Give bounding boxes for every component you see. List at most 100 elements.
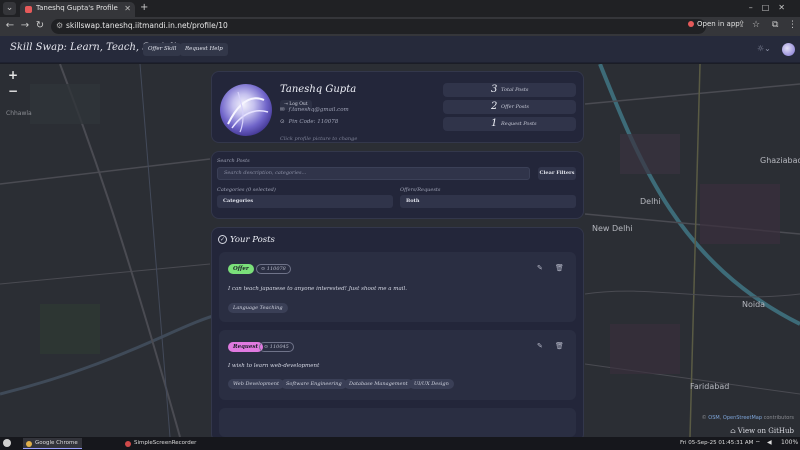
pincode-value: 110045 bbox=[269, 344, 289, 350]
location-pin-icon: ⊙ bbox=[280, 119, 285, 125]
clear-filters-button[interactable]: Clear Filters bbox=[538, 167, 576, 180]
post-description: I can teach japanese to anyone intereste… bbox=[228, 286, 408, 292]
category-tag: Software Engineering bbox=[281, 379, 347, 389]
pincode-text: Pin Code: 110078 bbox=[288, 119, 339, 125]
map-zoom-out-button[interactable]: − bbox=[8, 84, 18, 98]
stat-total-posts: 3 Total Posts bbox=[443, 83, 576, 97]
app-launcher-icon[interactable] bbox=[3, 439, 11, 447]
stat-request-posts: 1 Request Posts bbox=[443, 117, 576, 131]
pincode-value: 110078 bbox=[266, 266, 286, 272]
theme-toggle-icon[interactable]: ☼⌄ bbox=[757, 44, 771, 53]
pincode-badge: ⊙ 110045 bbox=[259, 342, 294, 352]
app-header: Skill Swap: Learn, Teach, Socialise Offe… bbox=[0, 36, 800, 63]
url-text[interactable]: skillswap.taneshq.iitmandi.in.net/profil… bbox=[66, 21, 228, 30]
bookmark-star-icon[interactable]: ☆ bbox=[752, 20, 760, 30]
forward-icon[interactable]: → bbox=[19, 20, 31, 31]
categories-label: Categories (0 selected) bbox=[217, 187, 276, 193]
new-tab-icon[interactable]: + bbox=[140, 2, 148, 13]
stat-value: 3 bbox=[491, 84, 498, 95]
mail-icon: ✉ bbox=[280, 107, 285, 113]
tab-search-icon[interactable]: ⌄ bbox=[3, 2, 16, 15]
stat-offer-posts: 2 Offer Posts bbox=[443, 100, 576, 114]
open-in-app-label: Open in app bbox=[697, 20, 740, 28]
attribution-suffix: contributors bbox=[762, 415, 794, 421]
search-label: Search Posts bbox=[217, 158, 250, 164]
search-input[interactable]: Search description, categories... bbox=[217, 167, 530, 180]
avatar[interactable] bbox=[782, 43, 795, 56]
reload-icon[interactable]: ↻ bbox=[34, 20, 46, 31]
profile-picture[interactable] bbox=[220, 84, 272, 136]
menu-icon[interactable]: ⋮ bbox=[788, 20, 797, 30]
taskbar-clock[interactable]: Fri 05-Sep-25 01:45:31 AM bbox=[680, 440, 753, 446]
stat-value: 1 bbox=[491, 118, 498, 129]
browser-tab[interactable]: Taneshq Gupta's Profile - Sk ✕ bbox=[20, 2, 135, 17]
tab-title: Taneshq Gupta's Profile - Sk bbox=[36, 4, 120, 12]
edit-icon[interactable]: ✎ bbox=[537, 342, 543, 350]
taskbar-screenrecorder[interactable]: SimpleScreenRecorder bbox=[122, 438, 200, 449]
browser-tabstrip: ⌄ Taneshq Gupta's Profile - Sk ✕ + –□✕ bbox=[0, 0, 800, 17]
open-in-app-button[interactable]: Open in app bbox=[688, 20, 740, 28]
profile-panel: Taneshq Gupta ⇥ Log Out ✉ f.taneshq@gmail… bbox=[211, 71, 584, 143]
offer-badge: Offer bbox=[228, 264, 254, 274]
email-text: f.taneshq@gmail.com bbox=[288, 107, 349, 113]
recorder-icon bbox=[125, 441, 131, 447]
github-link[interactable]: ⌂ View on GitHub bbox=[730, 427, 794, 435]
profile-name: Taneshq Gupta bbox=[280, 84, 357, 95]
offer-skill-button[interactable]: Offer Skill bbox=[143, 43, 182, 56]
window-controls[interactable]: –□✕ bbox=[749, 3, 794, 12]
extensions-icon[interactable]: ⧉ bbox=[772, 20, 778, 30]
categories-select[interactable]: Categories bbox=[217, 195, 393, 208]
category-tag: UI/UX Design bbox=[409, 379, 454, 389]
close-tab-icon[interactable]: ✕ bbox=[124, 4, 131, 13]
network-icon[interactable]: ⌔ bbox=[755, 439, 761, 447]
post-card: Offer ⊙ 110078 ✎ 🗑 I can teach japanese … bbox=[219, 252, 576, 322]
volume-icon[interactable]: ◀ bbox=[767, 439, 772, 446]
app-icon bbox=[688, 21, 694, 27]
stat-label: Request Posts bbox=[501, 121, 537, 127]
filters-panel bbox=[211, 151, 584, 219]
category-tag: Database Management bbox=[344, 379, 413, 389]
change-picture-hint: Click profile picture to change bbox=[280, 136, 358, 142]
stat-label: Total Posts bbox=[501, 87, 529, 93]
address-bar[interactable]: ⚙ skillswap.taneshq.iitmandi.in.net/prof… bbox=[51, 19, 706, 34]
map-label: Faridabad bbox=[690, 382, 730, 391]
pincode-badge: ⊙ 110078 bbox=[256, 264, 291, 274]
map-label: Chhawla bbox=[6, 110, 32, 117]
stat-label: Offer Posts bbox=[501, 104, 529, 110]
map-attribution: © OSM, OpenStreetMap contributors bbox=[701, 415, 794, 421]
taskbar-app-label: SimpleScreenRecorder bbox=[134, 440, 197, 446]
map-label: Delhi bbox=[640, 197, 661, 206]
battery-level[interactable]: 100% bbox=[781, 439, 798, 446]
post-card: Request ⊙ 110045 ✎ 🗑 I wish to learn web… bbox=[219, 330, 576, 400]
osm-link[interactable]: OSM bbox=[708, 415, 719, 421]
type-filter-select[interactable]: Both bbox=[400, 195, 576, 208]
map-label: Noida bbox=[742, 300, 766, 309]
category-tag: Language Teaching bbox=[228, 303, 288, 313]
request-help-button[interactable]: Request Help bbox=[180, 43, 228, 56]
favicon-icon bbox=[25, 6, 32, 13]
map-label: New Delhi bbox=[592, 224, 633, 233]
delete-icon[interactable]: 🗑 bbox=[555, 342, 564, 350]
stat-value: 2 bbox=[491, 101, 498, 112]
share-icon[interactable]: ⇪ bbox=[738, 20, 746, 30]
map-label: Ghaziabad bbox=[760, 156, 800, 165]
browser-toolbar: ← → ↻ ⚙ skillswap.taneshq.iitmandi.in.ne… bbox=[0, 17, 800, 36]
openstreetmap-link[interactable]: OpenStreetMap bbox=[723, 415, 762, 421]
github-icon: ⌂ bbox=[730, 427, 738, 435]
request-badge: Request bbox=[228, 342, 264, 352]
type-filter-label: Offers/Requests bbox=[400, 187, 441, 193]
map-zoom-in-button[interactable]: + bbox=[8, 68, 18, 82]
taskbar-chrome[interactable]: Google Chrome bbox=[23, 438, 82, 449]
post-description: I wish to learn web-development bbox=[228, 363, 320, 369]
chrome-icon bbox=[26, 441, 32, 447]
posts-check-icon: ✓ bbox=[218, 235, 227, 244]
category-tag: Web Development bbox=[228, 379, 284, 389]
taskbar-app-label: Google Chrome bbox=[35, 440, 78, 446]
os-taskbar: Google Chrome SimpleScreenRecorder Fri 0… bbox=[0, 437, 800, 450]
profile-picture-art bbox=[227, 91, 269, 133]
back-icon[interactable]: ← bbox=[4, 20, 16, 31]
edit-icon[interactable]: ✎ bbox=[537, 264, 543, 272]
email-row: ✉ f.taneshq@gmail.com bbox=[280, 107, 349, 113]
delete-icon[interactable]: 🗑 bbox=[555, 264, 564, 272]
site-info-icon[interactable]: ⚙ bbox=[56, 21, 63, 30]
